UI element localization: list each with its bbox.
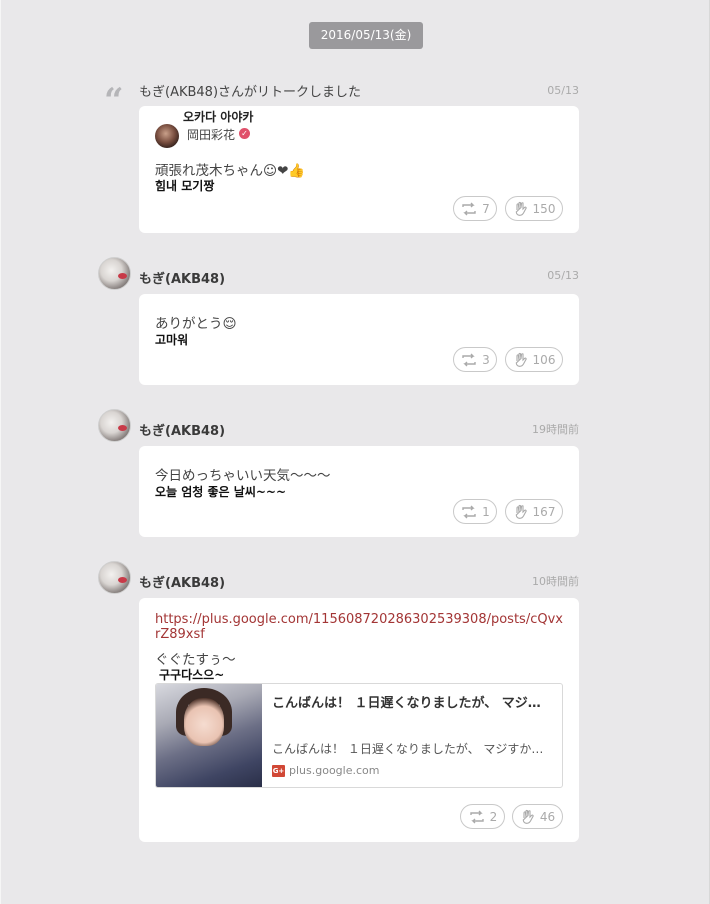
retalk-button[interactable]: 1 [453, 499, 497, 524]
post-card: ありがとう😌 고마워 3 106 [139, 294, 579, 385]
retalk-button[interactable]: 7 [453, 196, 497, 221]
post-text: ありがとう😌 [155, 316, 237, 332]
retalk-icon [462, 505, 476, 518]
like-button[interactable]: 46 [512, 804, 563, 829]
date-badge: 2016/05/13(金) [309, 22, 423, 49]
post-link[interactable]: https://plus.google.com/1156087202863025… [155, 612, 565, 642]
original-author-avatar[interactable] [155, 124, 179, 148]
link-preview-source: G+ plus.google.com [272, 764, 379, 777]
original-author-ko: 오카다 아야카 [183, 110, 254, 124]
link-preview-title: こんばんは！ １日遅くなりましたが、 マジ… [272, 696, 541, 711]
like-count: 106 [532, 352, 556, 367]
post-time: 10時間前 [532, 575, 579, 588]
clap-icon [515, 201, 527, 216]
retalk-button[interactable]: 2 [460, 804, 505, 829]
post-card: https://plus.google.com/1156087202863025… [139, 598, 579, 842]
retalk-count: 2 [489, 809, 498, 824]
post-text: 今日めっちゃいい天気〜〜〜 [155, 468, 331, 484]
like-button[interactable]: 106 [505, 347, 563, 372]
author-name[interactable]: もぎ(AKB48) [139, 420, 225, 439]
post-time: 05/13 [547, 269, 579, 282]
avatar[interactable] [98, 561, 131, 594]
retalk-header: もぎ(AKB48)さんがリトークしました [139, 85, 362, 100]
post-time: 05/13 [547, 84, 579, 97]
post-translation: 힘내 모기짱 [155, 179, 215, 193]
retalk-count: 7 [482, 201, 490, 216]
link-preview-description: こんばんは！ １日遅くなりましたが、 マジすか学… [272, 742, 554, 756]
post-time: 19時間前 [532, 423, 579, 436]
link-preview-domain: plus.google.com [289, 764, 380, 777]
clap-icon [515, 352, 527, 367]
post-text: 頑張れ茂木ちゃん☺❤👍 [155, 163, 306, 179]
clap-icon [515, 504, 527, 519]
like-count: 150 [532, 201, 556, 216]
retalk-icon [462, 202, 476, 215]
avatar[interactable] [98, 409, 131, 442]
quote-icon: “ [104, 81, 124, 121]
original-author-name[interactable]: 岡田彩花 [187, 126, 235, 143]
post-card: 오카다 아야카 岡田彩花 ✓ 頑張れ茂木ちゃん☺❤👍 힘내 모기짱 7 150 [139, 106, 579, 233]
retalk-icon [469, 810, 484, 823]
retalk-count: 3 [482, 352, 490, 367]
like-count: 167 [532, 504, 556, 519]
verified-icon: ✓ [239, 128, 250, 139]
link-preview-thumbnail [156, 684, 262, 787]
like-count: 46 [539, 809, 556, 824]
retalk-icon [462, 353, 476, 366]
retalk-button[interactable]: 3 [453, 347, 497, 372]
post-translation: 오늘 엄청 좋은 날씨~~~ [155, 485, 287, 499]
author-name[interactable]: もぎ(AKB48) [139, 268, 225, 287]
retalk-count: 1 [482, 504, 490, 519]
avatar[interactable] [98, 257, 131, 290]
post-translation: 구구다스으~ [159, 668, 225, 682]
like-button[interactable]: 167 [505, 499, 563, 524]
google-plus-icon: G+ [272, 764, 285, 777]
author-name[interactable]: もぎ(AKB48) [139, 572, 225, 591]
clap-icon [522, 809, 534, 824]
like-button[interactable]: 150 [505, 196, 563, 221]
link-preview-card[interactable]: こんばんは！ １日遅くなりましたが、 マジ… こんばんは！ １日遅くなりましたが… [155, 683, 563, 788]
post-text: ぐぐたすぅ〜 [155, 652, 236, 668]
post-translation: 고마워 [155, 333, 189, 347]
post-card: 今日めっちゃいい天気〜〜〜 오늘 엄청 좋은 날씨~~~ 1 167 [139, 446, 579, 537]
